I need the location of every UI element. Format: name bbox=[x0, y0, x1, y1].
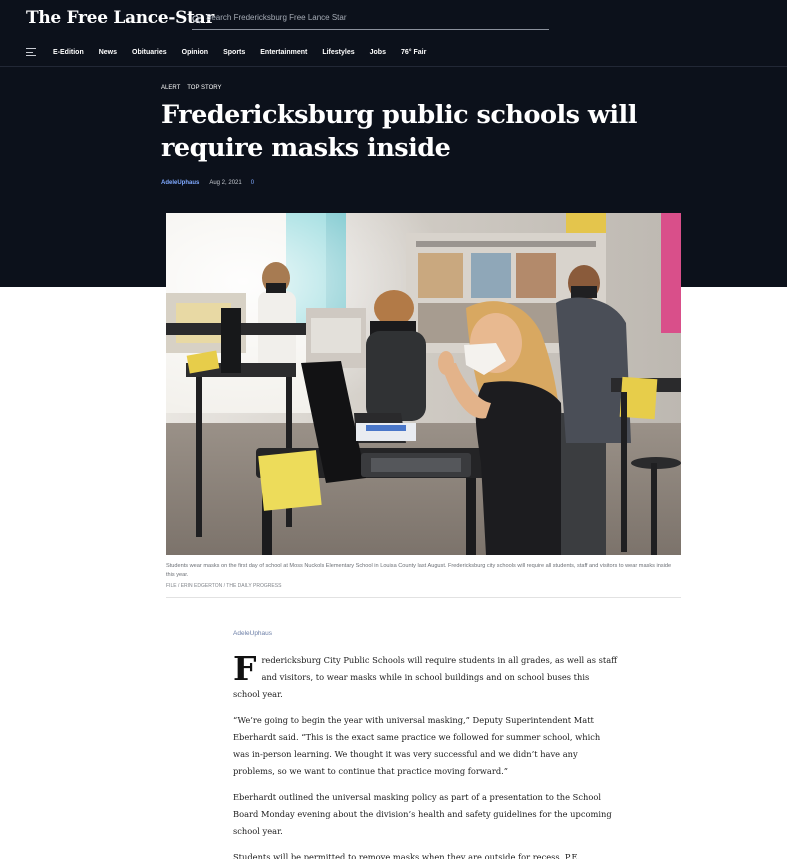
paragraph-1-text: redericksburg City Public Schools will r… bbox=[233, 655, 618, 699]
article-byline: AdeleUphaus Aug 2, 2021 0 bbox=[161, 180, 254, 186]
nav-item-sports[interactable]: Sports bbox=[223, 49, 245, 56]
nav-item-entertainment[interactable]: Entertainment bbox=[260, 49, 307, 56]
top-story-kicker: Top Story bbox=[187, 85, 222, 91]
caption-divider bbox=[166, 597, 681, 598]
menu-icon[interactable] bbox=[26, 48, 36, 56]
article-author-link[interactable]: AdeleUphaus bbox=[233, 630, 272, 637]
search-icon bbox=[192, 15, 201, 24]
nav-item-opinion[interactable]: Opinion bbox=[182, 49, 208, 56]
article-photo[interactable] bbox=[166, 213, 681, 555]
site-logo[interactable]: The Free Lance-Star bbox=[26, 8, 214, 28]
article-paragraph-3: Eberhardt outlined the universal masking… bbox=[233, 792, 612, 836]
site-header: The Free Lance-Star E-Edition News Obitu… bbox=[0, 0, 787, 67]
article-kickers: Alert Top Story bbox=[161, 85, 228, 91]
article-paragraph-4: Students will be permitted to remove mas… bbox=[233, 852, 581, 859]
nav-item-e-edition[interactable]: E-Edition bbox=[53, 49, 84, 56]
comment-count-link[interactable]: 0 bbox=[251, 180, 254, 186]
photo-credit: FILE / ERIN EDGERTON / THE DAILY PROGRES… bbox=[166, 583, 282, 589]
article-headline: Fredericksburg public schools will requi… bbox=[161, 100, 637, 163]
article-body: Fredericksburg City Public Schools will … bbox=[233, 652, 618, 859]
byline-author-link[interactable]: AdeleUphaus bbox=[161, 180, 199, 186]
nav-item-obituaries[interactable]: Obituaries bbox=[132, 49, 167, 56]
publish-date: Aug 2, 2021 bbox=[209, 180, 242, 186]
main-nav: E-Edition News Obituaries Opinion Sports… bbox=[26, 46, 441, 58]
nav-item-news[interactable]: News bbox=[99, 49, 117, 56]
search-bar[interactable] bbox=[192, 12, 549, 30]
drop-cap: F bbox=[233, 649, 257, 688]
nav-item-jobs[interactable]: Jobs bbox=[370, 49, 386, 56]
search-input[interactable] bbox=[206, 13, 536, 22]
nav-item-weather[interactable]: 76° Fair bbox=[401, 49, 426, 56]
article-paragraph-1: Fredericksburg City Public Schools will … bbox=[233, 652, 618, 703]
alert-kicker: Alert bbox=[161, 85, 181, 91]
photo-caption: Students wear masks on the first day of … bbox=[166, 563, 672, 578]
article-paragraph-2: “We’re going to begin the year with univ… bbox=[233, 715, 601, 776]
nav-item-lifestyles[interactable]: Lifestyles bbox=[322, 49, 354, 56]
classroom-photo-illustration bbox=[166, 213, 681, 555]
